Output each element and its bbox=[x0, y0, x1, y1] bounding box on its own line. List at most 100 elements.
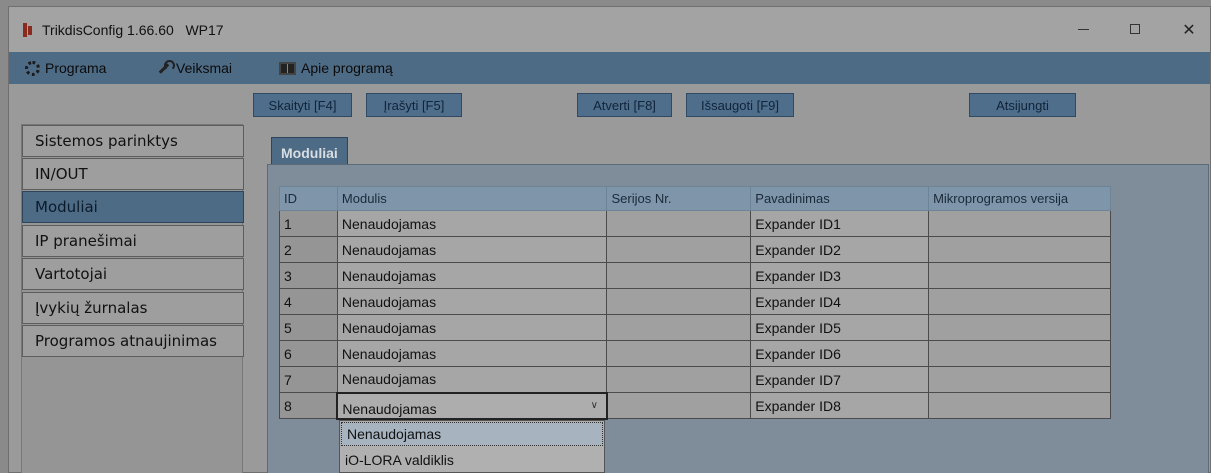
save-button[interactable]: Išsaugoti [F9] bbox=[686, 93, 794, 117]
sidebar-item-label: Vartotojai bbox=[35, 265, 108, 283]
close-icon: ✕ bbox=[1182, 19, 1196, 39]
table-row: 4 Nenaudojamas Expander ID4 bbox=[279, 288, 1111, 315]
menu-apie-programa-label: Apie programą bbox=[301, 60, 393, 76]
cell-module[interactable]: Nenaudojamas bbox=[336, 340, 608, 367]
cell-version bbox=[928, 314, 1111, 341]
book-icon bbox=[279, 61, 296, 75]
cell-name[interactable]: Expander ID3 bbox=[750, 262, 930, 289]
cell-id: 8 bbox=[279, 392, 338, 419]
cell-id: 5 bbox=[279, 314, 338, 341]
sidebar-item-in-out[interactable]: IN/OUT bbox=[22, 158, 244, 190]
sidebar-item-vartotojai[interactable]: Vartotojai bbox=[22, 258, 244, 290]
table-row: 6 Nenaudojamas Expander ID6 bbox=[279, 340, 1111, 367]
cell-serial[interactable] bbox=[606, 314, 752, 341]
cell-module[interactable]: Nenaudojamas bbox=[336, 210, 608, 237]
sidebar-item-moduliai[interactable]: Moduliai bbox=[22, 191, 244, 223]
cell-module[interactable]: Nenaudojamas bbox=[336, 314, 608, 341]
gear-icon bbox=[25, 60, 40, 76]
write-button[interactable]: Įrašyti [F5] bbox=[366, 93, 462, 117]
read-button[interactable]: Skaityti [F4] bbox=[253, 93, 352, 117]
cell-serial[interactable] bbox=[606, 340, 752, 367]
cell-serial[interactable] bbox=[606, 392, 752, 419]
cell-serial[interactable] bbox=[606, 288, 752, 315]
cell-id: 6 bbox=[279, 340, 338, 367]
cell-version bbox=[928, 340, 1111, 367]
column-header-modulis[interactable]: Modulis bbox=[336, 186, 608, 211]
toolbar: Skaityti [F4] Įrašyti [F5] Atverti [F8] … bbox=[9, 84, 1210, 121]
modules-table: ID Modulis Serijos Nr. Pavadinimas Mikro… bbox=[279, 186, 1111, 420]
window-title: TrikdisConfig 1.66.60 WP17 bbox=[42, 21, 224, 38]
cell-module[interactable]: Nenaudojamas bbox=[336, 288, 608, 315]
table-row: 2 Nenaudojamas Expander ID2 bbox=[279, 236, 1111, 263]
module-dropdown-list: Nenaudojamas iO-LORA valdiklis bbox=[339, 420, 605, 473]
cell-version bbox=[928, 210, 1111, 237]
menu-programa-label: Programa bbox=[45, 60, 107, 76]
sidebar-item-label: Moduliai bbox=[35, 198, 98, 216]
wrench-icon bbox=[155, 60, 175, 76]
table-row: 5 Nenaudojamas Expander ID5 bbox=[279, 314, 1111, 341]
table-header-row: ID Modulis Serijos Nr. Pavadinimas Mikro… bbox=[279, 186, 1111, 211]
cell-name[interactable]: Expander ID6 bbox=[750, 340, 930, 367]
dropdown-option-io-lora-valdiklis[interactable]: iO-LORA valdiklis bbox=[340, 447, 604, 473]
maximize-button[interactable] bbox=[1113, 15, 1157, 43]
column-header-serijos-nr[interactable]: Serijos Nr. bbox=[606, 186, 752, 211]
close-button[interactable]: ✕ bbox=[1167, 15, 1211, 43]
cell-name[interactable]: Expander ID4 bbox=[750, 288, 930, 315]
disconnect-button[interactable]: Atsijungti bbox=[969, 93, 1076, 117]
cell-serial[interactable] bbox=[606, 210, 752, 237]
sidebar-item-programos-atnaujinimas[interactable]: Programos atnaujinimas bbox=[22, 325, 244, 357]
menu-apie-programa[interactable]: Apie programą bbox=[279, 52, 393, 84]
minimize-button[interactable] bbox=[1061, 15, 1105, 43]
sidebar: Sistemos parinktys IN/OUT Moduliai IP pr… bbox=[21, 124, 244, 473]
app-window: TrikdisConfig 1.66.60 WP17 ✕ Programa Ve… bbox=[8, 6, 1211, 473]
menu-bar: Programa Veiksmai Apie programą bbox=[9, 52, 1210, 84]
dropdown-option-nenaudojamas[interactable]: Nenaudojamas bbox=[341, 422, 603, 446]
cell-id: 4 bbox=[279, 288, 338, 315]
sidebar-item-sistemos-parinktys[interactable]: Sistemos parinktys bbox=[22, 125, 244, 157]
table-row: 1 Nenaudojamas Expander ID1 bbox=[279, 210, 1111, 237]
cell-version bbox=[928, 262, 1111, 289]
cell-version bbox=[928, 366, 1111, 393]
trikdis-logo-icon bbox=[23, 22, 33, 37]
menu-programa[interactable]: Programa bbox=[25, 52, 106, 84]
cell-name[interactable]: Expander ID5 bbox=[750, 314, 930, 341]
cell-version bbox=[928, 236, 1111, 263]
cell-module[interactable]: Nenaudojamas bbox=[336, 236, 608, 263]
cell-module[interactable]: Nenaudojamas bbox=[336, 262, 608, 289]
minimize-icon bbox=[1077, 28, 1089, 30]
sidebar-item-ivykiu-zurnalas[interactable]: Įvykių žurnalas bbox=[22, 292, 244, 324]
cell-version bbox=[928, 288, 1111, 315]
open-button[interactable]: Atverti [F8] bbox=[577, 93, 672, 117]
tab-moduliai[interactable]: Moduliai bbox=[271, 137, 348, 167]
column-header-id[interactable]: ID bbox=[279, 186, 338, 211]
cell-id: 3 bbox=[279, 262, 338, 289]
cell-serial[interactable] bbox=[606, 366, 752, 393]
module-combobox-value: Nenaudojamas bbox=[342, 400, 437, 417]
sidebar-item-label: Sistemos parinktys bbox=[35, 132, 178, 150]
sidebar-item-label: IN/OUT bbox=[35, 165, 88, 183]
cell-version bbox=[928, 392, 1111, 419]
cell-serial[interactable] bbox=[606, 236, 752, 263]
module-combobox[interactable]: Nenaudojamas ∨ bbox=[336, 391, 608, 420]
column-header-mikroprogramos-versija[interactable]: Mikroprogramos versija bbox=[928, 186, 1111, 211]
cell-name[interactable]: Expander ID7 bbox=[750, 366, 930, 393]
sidebar-item-ip-pranesimai[interactable]: IP pranešimai bbox=[22, 225, 244, 257]
chevron-down-icon[interactable]: ∨ bbox=[591, 400, 598, 411]
table-row: 7 Nenaudojamas Expander ID7 bbox=[279, 366, 1111, 393]
cell-module[interactable]: Nenaudojamas bbox=[336, 366, 608, 393]
table-row: 8 Nenaudojamas ∨ Expander ID8 bbox=[279, 391, 1111, 420]
cell-name[interactable]: Expander ID1 bbox=[750, 210, 930, 237]
column-header-pavadinimas[interactable]: Pavadinimas bbox=[750, 186, 930, 211]
title-bar: TrikdisConfig 1.66.60 WP17 ✕ bbox=[9, 7, 1210, 52]
table-row: 3 Nenaudojamas Expander ID3 bbox=[279, 262, 1111, 289]
cell-id: 7 bbox=[279, 366, 338, 393]
sidebar-item-label: Įvykių žurnalas bbox=[35, 299, 148, 317]
cell-id: 1 bbox=[279, 210, 338, 237]
sidebar-item-label: Programos atnaujinimas bbox=[35, 332, 217, 350]
cell-name[interactable]: Expander ID8 bbox=[750, 392, 930, 419]
cell-name[interactable]: Expander ID2 bbox=[750, 236, 930, 263]
menu-veiksmai[interactable]: Veiksmai bbox=[155, 52, 232, 84]
maximize-icon bbox=[1130, 24, 1140, 34]
cell-serial[interactable] bbox=[606, 262, 752, 289]
sidebar-item-label: IP pranešimai bbox=[35, 232, 137, 250]
